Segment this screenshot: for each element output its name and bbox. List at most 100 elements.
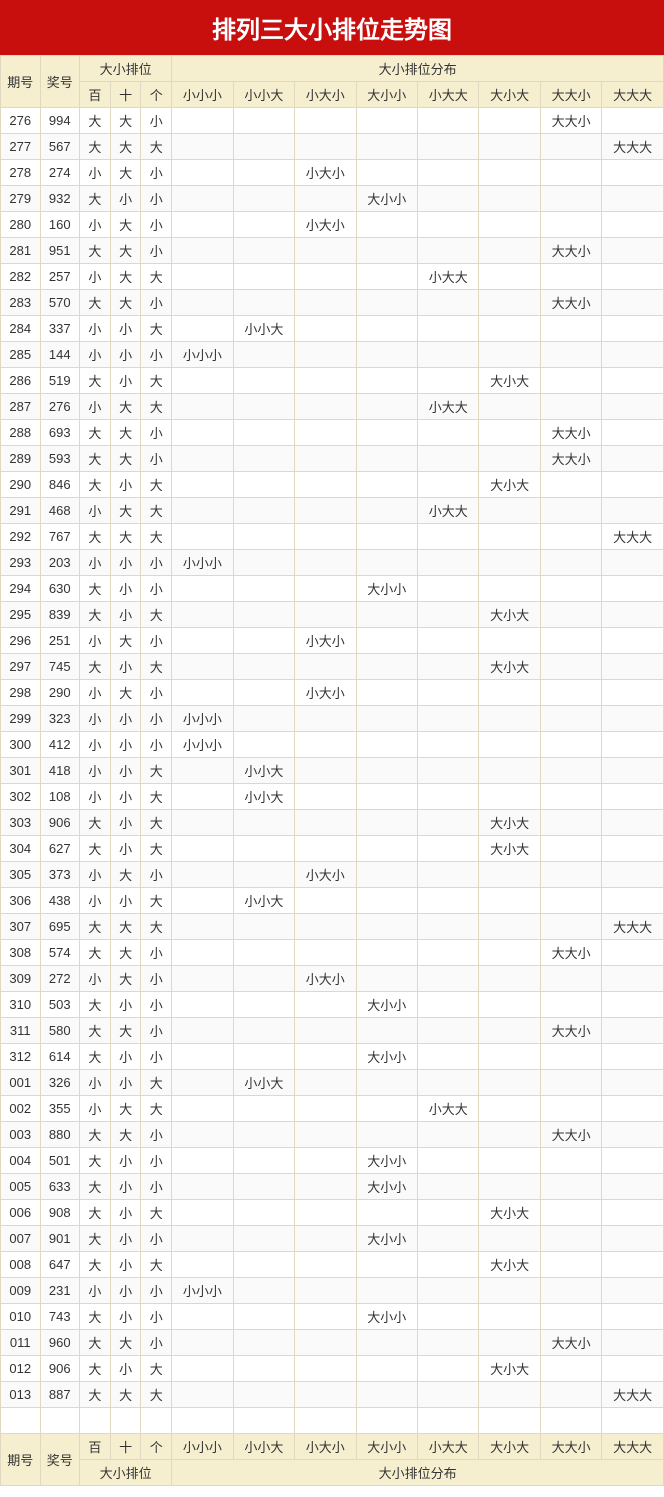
cell-dist — [602, 1226, 664, 1252]
cell-dist — [417, 1252, 478, 1278]
cell-dist — [540, 394, 601, 420]
cell-dist — [417, 706, 478, 732]
tf-dist: 大大大 — [602, 1434, 664, 1460]
cell-dist — [602, 420, 664, 446]
cell-number: 906 — [40, 1356, 80, 1382]
cell-pos: 小 — [110, 810, 141, 836]
cell-pos: 小 — [80, 758, 111, 784]
table-row: 295839大小大大小大 — [1, 602, 664, 628]
cell-pos: 小 — [141, 1226, 172, 1252]
table-row: 281951大大小大大小 — [1, 238, 664, 264]
cell-period: 287 — [1, 394, 41, 420]
cell-dist — [295, 732, 356, 758]
cell-dist — [295, 654, 356, 680]
cell-dist — [295, 1252, 356, 1278]
cell-dist — [417, 1122, 478, 1148]
tf-dist: 大小大 — [479, 1434, 540, 1460]
tf-dist: 小小小 — [172, 1434, 233, 1460]
cell-pos: 大 — [110, 394, 141, 420]
cell-number: 355 — [40, 1096, 80, 1122]
cell-dist — [356, 498, 417, 524]
cell-pos: 小 — [80, 1070, 111, 1096]
cell-pos: 小 — [110, 1070, 141, 1096]
table-row: 277567大大大大大大 — [1, 134, 664, 160]
table-row: 008647大小大大小大 — [1, 1252, 664, 1278]
cell-dist — [479, 1330, 540, 1356]
cell-dist — [172, 654, 233, 680]
cell-pos: 小 — [110, 706, 141, 732]
cell-period: 284 — [1, 316, 41, 342]
cell-number: 501 — [40, 1148, 80, 1174]
cell-dist — [295, 498, 356, 524]
cell-pos: 大 — [80, 940, 111, 966]
cell-pos: 大 — [80, 368, 111, 394]
table-row: 290846大小大大小大 — [1, 472, 664, 498]
cell-dist — [602, 290, 664, 316]
cell-dist — [479, 524, 540, 550]
cell-dist — [233, 108, 294, 134]
cell-dist — [417, 758, 478, 784]
table-foot: 期号 奖号 百十个小小小小小大小大小大小小小大大大小大大大小大大大 大小排位 大… — [1, 1434, 664, 1486]
cell-dist — [417, 654, 478, 680]
cell-pos: 大 — [141, 836, 172, 862]
table-row: 308574大大小大大小 — [1, 940, 664, 966]
cell-dist: 大小小 — [356, 1174, 417, 1200]
cell-dist — [479, 1174, 540, 1200]
cell-pos: 大 — [80, 1148, 111, 1174]
cell-dist — [233, 680, 294, 706]
cell-dist — [602, 316, 664, 342]
cell-dist — [172, 992, 233, 1018]
cell-pos: 大 — [80, 602, 111, 628]
cell-dist — [479, 758, 540, 784]
cell-dist — [356, 836, 417, 862]
cell-dist — [417, 732, 478, 758]
cell-dist — [417, 966, 478, 992]
cell-period: 301 — [1, 758, 41, 784]
cell-pos: 大 — [141, 394, 172, 420]
cell-dist — [479, 550, 540, 576]
cell-pos: 小 — [110, 888, 141, 914]
th-period: 期号 — [1, 56, 41, 108]
cell-dist — [172, 914, 233, 940]
cell-dist — [295, 992, 356, 1018]
cell-dist — [356, 134, 417, 160]
cell-dist — [172, 238, 233, 264]
cell-dist — [417, 602, 478, 628]
cell-dist — [233, 134, 294, 160]
table-row: 309272小大小小大小 — [1, 966, 664, 992]
cell-period: 009 — [1, 1278, 41, 1304]
cell-period: 309 — [1, 966, 41, 992]
cell-dist: 小大小 — [295, 160, 356, 186]
cell-dist — [479, 290, 540, 316]
cell-period: 304 — [1, 836, 41, 862]
cell-pos: 大 — [80, 420, 111, 446]
cell-pos: 大 — [141, 524, 172, 550]
cell-period: 292 — [1, 524, 41, 550]
cell-pos: 大 — [80, 992, 111, 1018]
cell-dist — [233, 368, 294, 394]
cell-pos: 大 — [110, 498, 141, 524]
th-dist: 小小大 — [233, 82, 294, 108]
cell-dist — [295, 342, 356, 368]
table-row: 010743大小小大小小 — [1, 1304, 664, 1330]
cell-dist — [233, 1382, 294, 1408]
cell-dist — [602, 498, 664, 524]
cell-dist — [417, 1226, 478, 1252]
cell-pos: 大 — [110, 420, 141, 446]
cell-dist — [356, 212, 417, 238]
cell-pos: 大 — [141, 784, 172, 810]
cell-dist — [295, 706, 356, 732]
cell-pos: 大 — [110, 1330, 141, 1356]
cell-dist — [602, 186, 664, 212]
cell-number: 274 — [40, 160, 80, 186]
table-row: 312614大小小大小小 — [1, 1044, 664, 1070]
cell-number: 593 — [40, 446, 80, 472]
table-head: 期号 奖号 大小排位 大小排位分布 百十个小小小小小大小大小大小小小大大大小大大… — [1, 56, 664, 108]
cell-dist — [233, 1226, 294, 1252]
cell-pos: 小 — [110, 602, 141, 628]
cell-dist — [479, 680, 540, 706]
cell-period: 295 — [1, 602, 41, 628]
cell-dist — [356, 1200, 417, 1226]
cell-dist — [540, 706, 601, 732]
cell-dist: 大大大 — [602, 914, 664, 940]
